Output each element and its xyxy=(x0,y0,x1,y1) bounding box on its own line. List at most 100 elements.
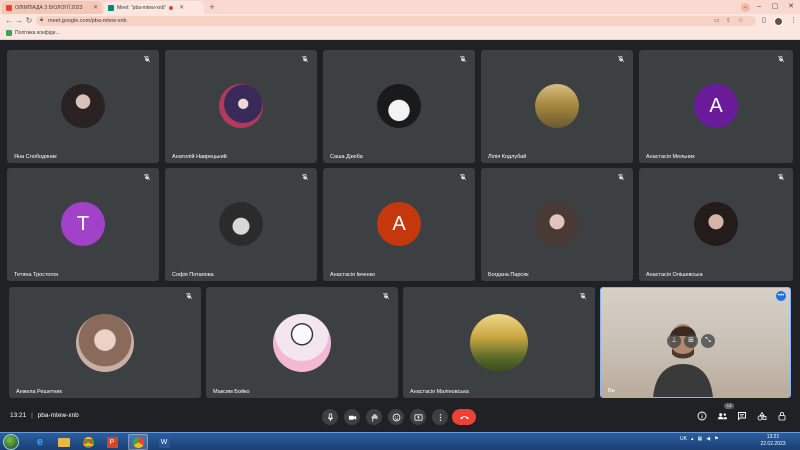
meeting-details-button[interactable] xyxy=(696,410,708,422)
close-tab-icon[interactable]: ✕ xyxy=(93,4,98,11)
network-icon[interactable]: ▦ xyxy=(697,436,702,442)
participant-tile[interactable]: Лілія Кодлубай xyxy=(481,50,633,163)
self-person-image xyxy=(653,324,713,397)
taskbar-powerpoint[interactable]: P xyxy=(102,434,122,450)
minimize-tile-icon[interactable]: ⤡ xyxy=(701,334,715,348)
bookmark-star-icon[interactable]: ☆ xyxy=(738,17,743,24)
participant-tile[interactable]: A Анастасія Мельник xyxy=(639,50,793,163)
lock-icon: 🔒︎ xyxy=(40,17,44,23)
reactions-button[interactable] xyxy=(388,409,404,425)
camera-in-use-icon[interactable]: ▭ xyxy=(714,17,720,24)
windows-taskbar: e P W UK ▴ ▦ ◀︎ ⚑ 13:21 22.02.2023 xyxy=(0,432,800,450)
internet-explorer-icon: e xyxy=(36,436,44,448)
bookmark-favicon-icon xyxy=(6,30,12,36)
participant-tile[interactable]: T Тетяна Тростогон xyxy=(7,168,159,281)
lock-person-icon xyxy=(778,412,786,421)
taskbar-word[interactable]: W xyxy=(154,434,174,450)
microphone-button[interactable] xyxy=(322,409,338,425)
mic-off-icon xyxy=(617,173,625,181)
participant-avatar xyxy=(76,314,134,372)
tray-arrow-icon[interactable]: ▴ xyxy=(691,436,694,442)
mic-off-icon xyxy=(143,173,151,181)
hand-icon xyxy=(370,413,377,422)
taskbar-chrome[interactable] xyxy=(78,434,98,450)
info-icon xyxy=(697,411,707,421)
volume-icon[interactable]: ◀︎ xyxy=(706,436,710,442)
current-time: 13:21 xyxy=(10,412,27,419)
maximize-button[interactable]: ▢ xyxy=(768,0,782,14)
participant-tile[interactable]: Анжела Решетник xyxy=(9,287,201,398)
side-panel-icon[interactable]: ▯ xyxy=(762,16,766,24)
taskbar-ie[interactable]: e xyxy=(30,434,50,450)
mic-off-icon xyxy=(459,173,467,181)
participant-name: Максим Бойко xyxy=(213,389,250,395)
forward-arrow-icon[interactable]: → xyxy=(14,15,24,27)
chrome-icon xyxy=(132,436,144,448)
back-arrow-icon[interactable]: ← xyxy=(4,15,14,27)
self-view-tile[interactable]: ••• ⊥ ⊞ ⤡ Ви xyxy=(600,287,791,398)
participant-name: Тетяна Тростогон xyxy=(14,272,59,278)
more-options-button[interactable] xyxy=(432,409,448,425)
language-indicator[interactable]: UK xyxy=(680,436,687,442)
participant-name: Анастасія Маліновська xyxy=(410,389,469,395)
folder-icon xyxy=(58,437,70,447)
profile-avatar[interactable] xyxy=(774,17,783,26)
mic-off-icon xyxy=(459,55,467,63)
participant-tile[interactable]: Яна Слободяник xyxy=(7,50,159,163)
self-name: Ви xyxy=(608,388,615,394)
close-window-button[interactable]: ✕ xyxy=(784,0,798,14)
tab-olympiad[interactable]: ОЛІМПІАДА З БІОЛОГІЇ 2023 ✕ xyxy=(2,1,102,14)
separator: | xyxy=(31,412,33,419)
taskbar-explorer[interactable] xyxy=(54,434,74,450)
menu-kebab-icon[interactable]: ⋮ xyxy=(790,16,797,24)
participant-tile[interactable]: Максим Бойко xyxy=(206,287,398,398)
chat-icon xyxy=(738,412,746,421)
browser-tab-strip: ОЛІМПІАДА З БІОЛОГІЇ 2023 ✕ Meet: "pba-m… xyxy=(0,0,800,14)
share-icon[interactable]: ⇪ xyxy=(726,17,731,24)
word-icon: W xyxy=(158,436,170,448)
raise-hand-button[interactable] xyxy=(366,409,382,425)
url-text[interactable]: meet.google.com/pba-mtew-xnb xyxy=(48,18,127,24)
participant-name: Анастасія Мельник xyxy=(646,154,695,160)
people-icon xyxy=(717,413,727,420)
participant-tile[interactable]: Анастасія Маліновська xyxy=(403,287,595,398)
reload-icon[interactable]: ↻ xyxy=(24,15,34,27)
letter-avatar: A xyxy=(694,84,738,128)
minimize-button[interactable]: – xyxy=(752,0,766,14)
taskbar-clock[interactable]: 13:21 22.02.2023 xyxy=(756,434,790,448)
activities-button[interactable] xyxy=(756,410,768,422)
leave-call-button[interactable] xyxy=(452,409,476,425)
participant-tile[interactable]: Саша Дзюба xyxy=(323,50,475,163)
participant-avatar xyxy=(535,202,579,246)
participant-tile[interactable]: Анатолій Наврецький xyxy=(165,50,317,163)
host-controls-button[interactable] xyxy=(776,410,788,422)
letter-avatar: T xyxy=(61,202,105,246)
participant-tile[interactable]: Софія Потапова xyxy=(165,168,317,281)
chat-button[interactable] xyxy=(736,410,748,422)
tab-meet[interactable]: Meet: "pba-mtew-xnb" ✕ xyxy=(104,1,204,14)
participant-name: Богдана Парсяк xyxy=(488,272,529,278)
people-count-badge: 14 xyxy=(724,403,734,409)
participant-tile[interactable]: A Анастасія Івченко xyxy=(323,168,475,281)
bookmark-item[interactable]: Політика конфіде... xyxy=(6,30,60,36)
flag-icon[interactable]: ⚑ xyxy=(714,436,718,442)
mic-off-icon xyxy=(579,292,587,300)
tab-search-chevron-icon[interactable]: ⌄ xyxy=(741,3,750,12)
taskbar-chrome-open[interactable] xyxy=(128,434,148,450)
close-tab-icon[interactable]: ✕ xyxy=(179,4,184,11)
participant-tile[interactable]: Анастасія Олішевська xyxy=(639,168,793,281)
recording-dot-icon xyxy=(169,5,174,10)
participant-tile[interactable]: Богдана Парсяк xyxy=(481,168,633,281)
present-screen-button[interactable] xyxy=(410,409,426,425)
start-button[interactable] xyxy=(3,434,19,450)
camera-button[interactable] xyxy=(344,409,360,425)
pin-icon[interactable]: ⊥ xyxy=(667,334,681,348)
people-button[interactable] xyxy=(716,410,728,422)
participant-name: Анастасія Івченко xyxy=(330,272,376,278)
hang-up-icon xyxy=(459,415,469,419)
present-screen-icon xyxy=(413,413,423,421)
powerpoint-icon: P xyxy=(106,436,118,448)
new-tab-button[interactable]: + xyxy=(207,2,217,12)
address-bar[interactable]: 🔒︎ meet.google.com/pba-mtew-xnb ▭ ⇪ ☆ xyxy=(36,16,756,26)
frame-icon[interactable]: ⊞ xyxy=(684,334,698,348)
